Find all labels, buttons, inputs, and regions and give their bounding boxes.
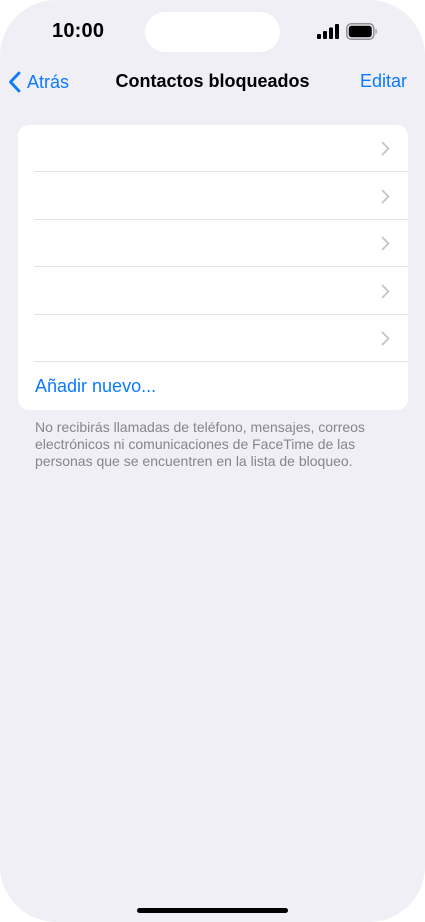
blocked-contacts-list: Añadir nuevo... xyxy=(18,125,408,410)
blocked-list-footer-note: No recibirás llamadas de teléfono, mensa… xyxy=(35,419,365,469)
blocked-contact-row[interactable] xyxy=(18,173,408,220)
chevron-right-icon xyxy=(381,141,390,156)
chevron-right-icon xyxy=(381,189,390,203)
chevron-right-icon xyxy=(381,236,390,251)
cellular-signal-icon xyxy=(317,24,339,39)
blocked-contact-row[interactable] xyxy=(18,315,408,363)
phone-screen: 10:00 Atrás Contactos bloqueados Editar xyxy=(0,0,425,922)
blocked-contact-row[interactable] xyxy=(18,220,408,268)
chevron-right-icon xyxy=(381,284,390,299)
blocked-contact-row[interactable] xyxy=(18,125,408,172)
dynamic-island xyxy=(145,12,280,52)
status-time: 10:00 xyxy=(52,20,105,42)
blocked-contact-row[interactable] xyxy=(18,268,408,315)
battery-full-icon xyxy=(346,23,377,40)
navigation-bar: Atrás Contactos bloqueados Editar xyxy=(0,62,425,102)
add-new-label: Añadir nuevo... xyxy=(35,376,157,396)
status-bar: 10:00 xyxy=(0,0,425,62)
add-new-button[interactable]: Añadir nuevo... xyxy=(18,363,408,410)
edit-button[interactable]: Editar xyxy=(360,71,407,92)
home-indicator[interactable] xyxy=(137,908,288,913)
chevron-right-icon xyxy=(381,331,390,346)
